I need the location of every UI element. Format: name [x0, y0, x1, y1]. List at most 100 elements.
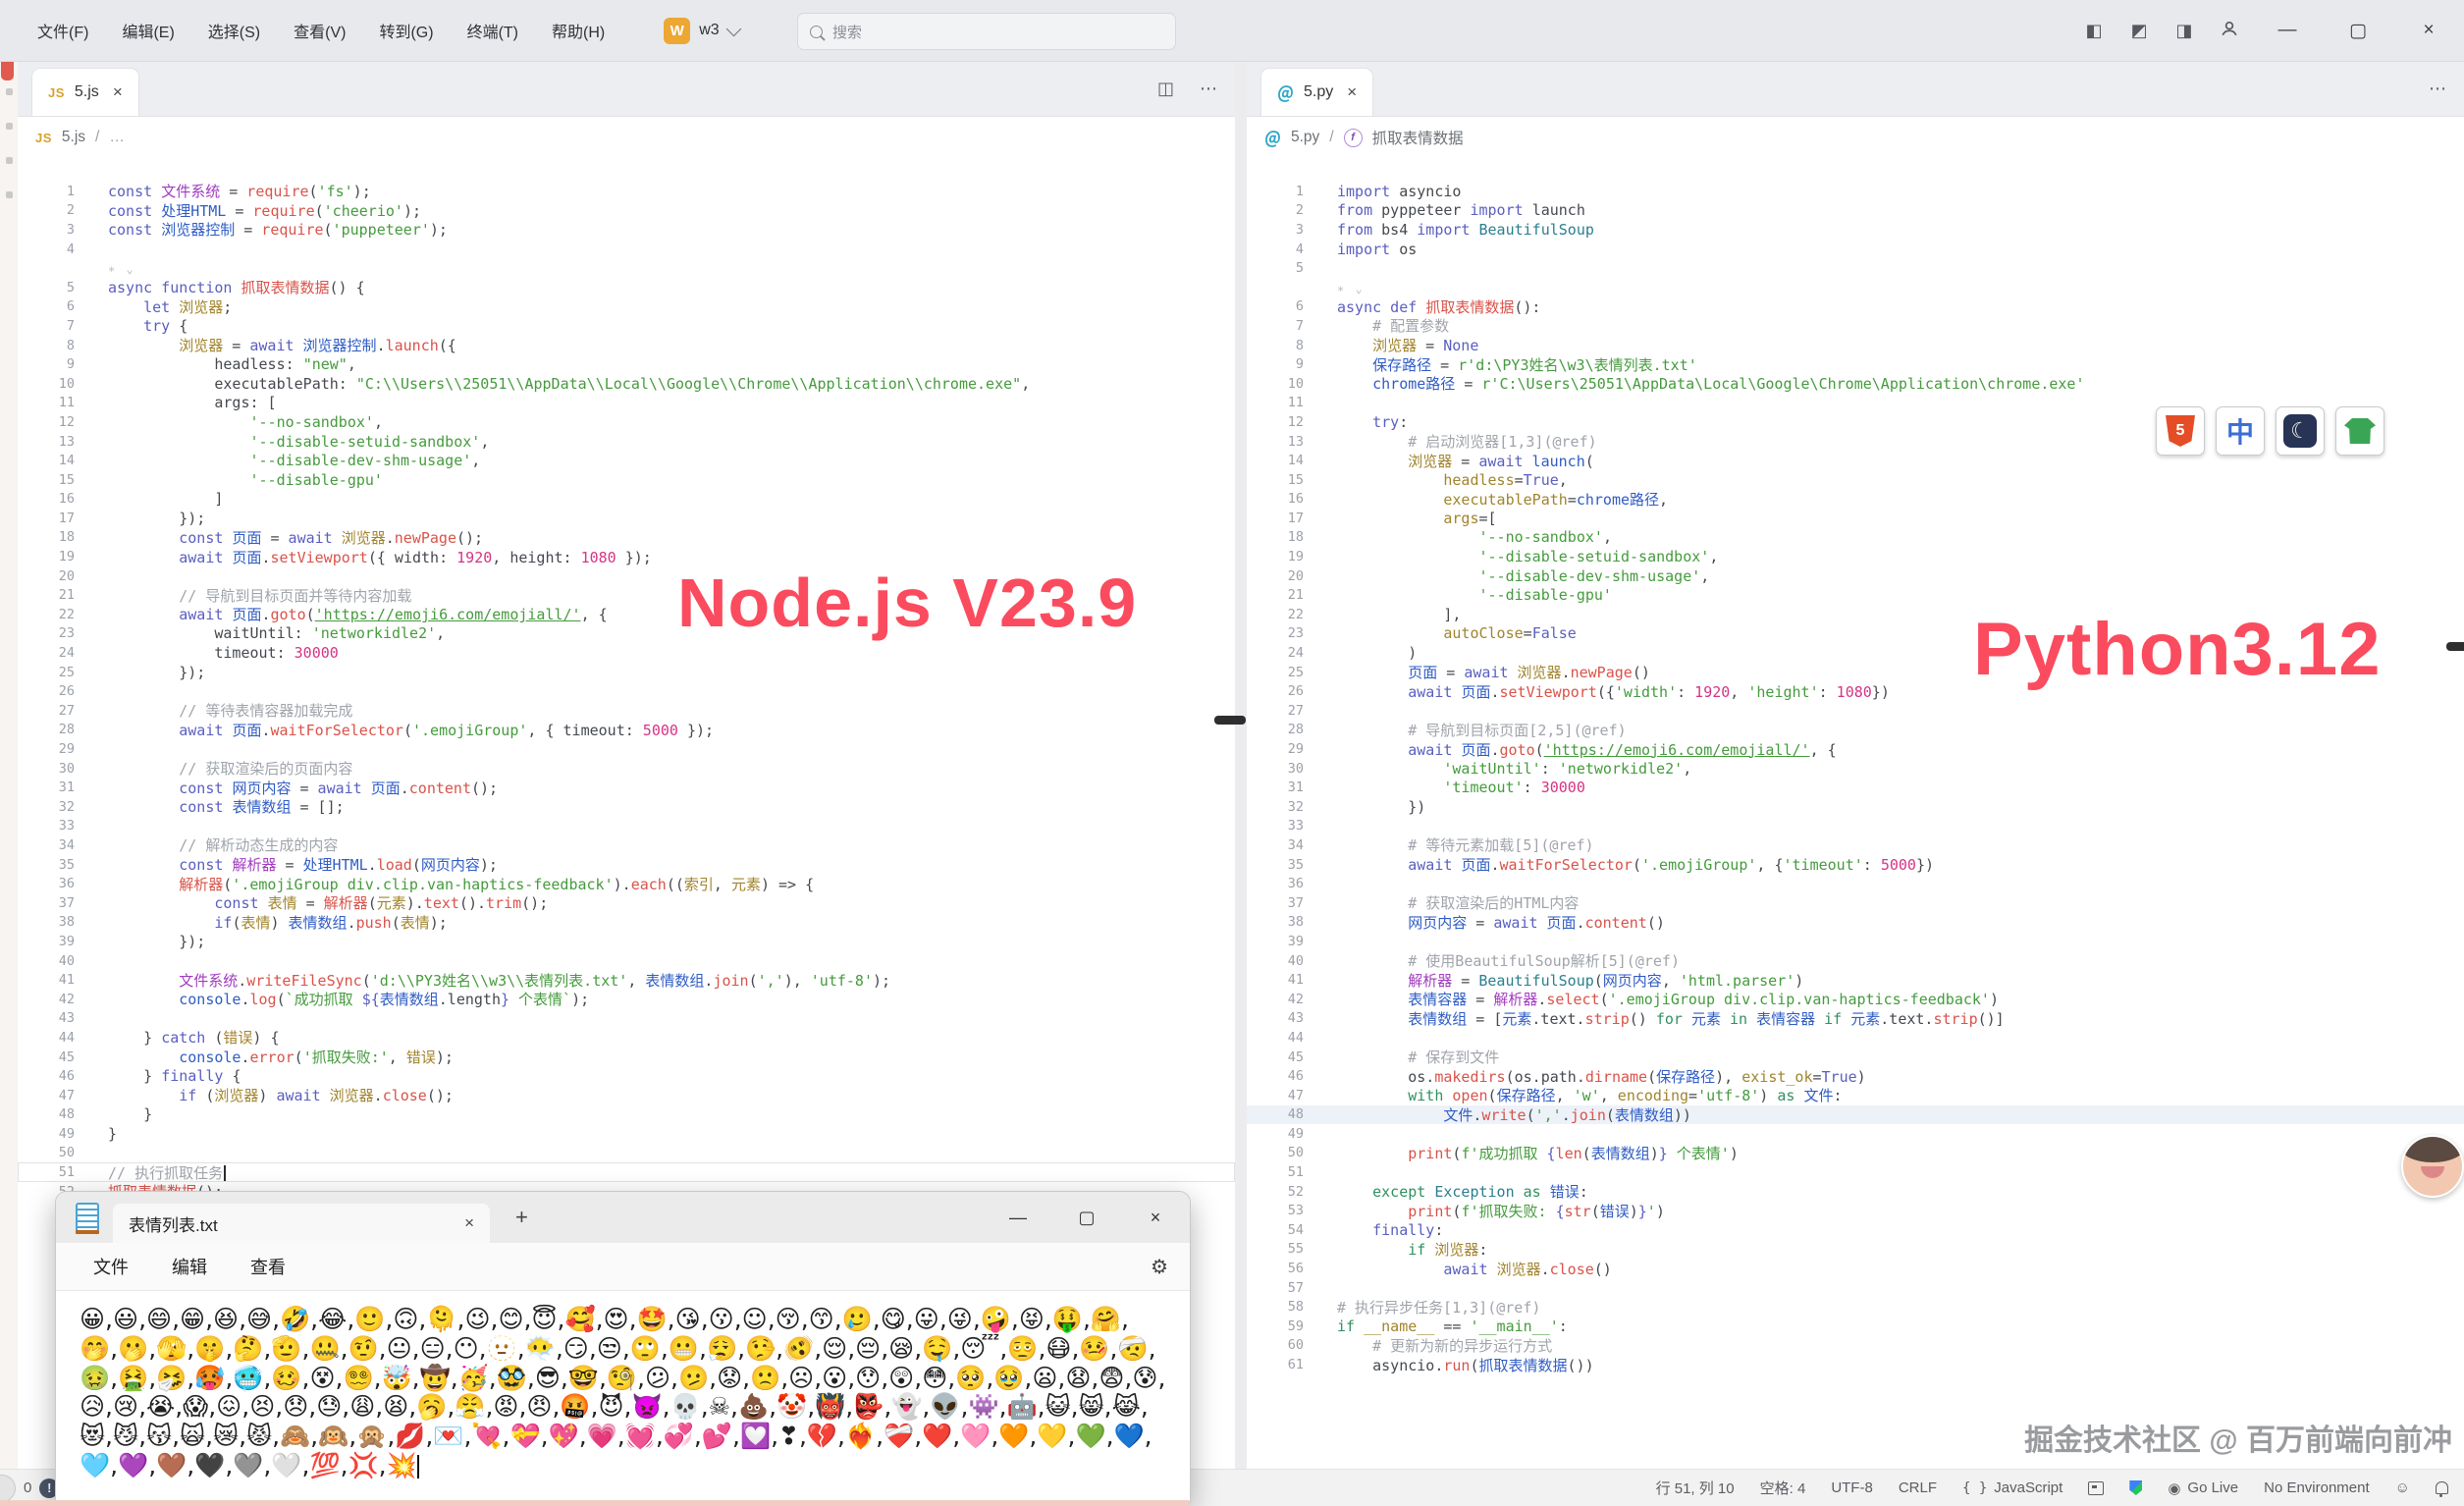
- line-number[interactable]: 37: [1247, 895, 1304, 911]
- line-number[interactable]: 42: [1247, 992, 1304, 1007]
- line-number[interactable]: 39: [1247, 934, 1304, 949]
- code-line[interactable]: 35 const 解析器 = 处理HTML.load(网页内容);: [18, 855, 1235, 875]
- tab-close-icon[interactable]: ×: [1347, 82, 1357, 102]
- inline-ai-hint-icon[interactable]: ∗ ⌄: [108, 262, 135, 276]
- go-live-button[interactable]: ◉Go Live: [2168, 1479, 2238, 1497]
- code-line[interactable]: 1const 文件系统 = require('fs');: [18, 182, 1235, 201]
- code-line[interactable]: 61 asyncio.run(抓取表情数据()): [1247, 1355, 2464, 1374]
- close-button[interactable]: ×: [2393, 0, 2464, 61]
- code-line[interactable]: 37 const 表情 = 解析器(元素).text().trim();: [18, 893, 1235, 913]
- port-icon[interactable]: [2088, 1481, 2104, 1495]
- notepad-tab-close-icon[interactable]: ×: [464, 1213, 474, 1233]
- line-number[interactable]: 51: [1247, 1164, 1304, 1180]
- code-line[interactable]: 21 // 导航到目标页面并等待内容加载: [18, 585, 1235, 605]
- code-line[interactable]: 47 with open(保存路径, 'w', encoding='utf-8'…: [1247, 1086, 2464, 1105]
- line-number[interactable]: 55: [1247, 1241, 1304, 1257]
- line-number[interactable]: 39: [18, 934, 75, 949]
- code-line[interactable]: 17 });: [18, 509, 1235, 528]
- line-number[interactable]: 50: [1247, 1145, 1304, 1160]
- feedback-smiley-icon[interactable]: ☺: [2395, 1479, 2410, 1496]
- code-line[interactable]: 38 if(表情) 表情数组.push(表情);: [18, 913, 1235, 933]
- code-line[interactable]: 55 if 浏览器:: [1247, 1240, 2464, 1260]
- code-line[interactable]: 29: [18, 739, 1235, 759]
- menu-item[interactable]: 选择(S): [208, 19, 260, 42]
- cursor-position[interactable]: 行 51, 列 10: [1656, 1478, 1735, 1498]
- code-line[interactable]: 40: [18, 951, 1235, 971]
- maximize-button[interactable]: ▢: [2323, 0, 2393, 61]
- breadcrumb-file[interactable]: 5.js: [62, 129, 85, 146]
- line-number[interactable]: 21: [18, 587, 75, 603]
- code-line[interactable]: 10 chrome路径 = r'C:\Users\25051\AppData\L…: [1247, 374, 2464, 394]
- code-line[interactable]: 11 args: [: [18, 394, 1235, 413]
- code-line[interactable]: 47 if (浏览器) await 浏览器.close();: [18, 1086, 1235, 1105]
- code-line[interactable]: 12 '--no-sandbox',: [18, 412, 1235, 432]
- code-line[interactable]: 54 finally:: [1247, 1220, 2464, 1240]
- streamer-avatar[interactable]: [2401, 1135, 2464, 1198]
- line-number[interactable]: 43: [1247, 1010, 1304, 1026]
- breadcrumb-symbol[interactable]: 抓取表情数据: [1372, 127, 1464, 148]
- line-number[interactable]: 3: [18, 222, 75, 238]
- line-number[interactable]: 1: [18, 184, 75, 199]
- code-line[interactable]: 52 except Exception as 错误:: [1247, 1182, 2464, 1202]
- gear-icon[interactable]: ⚙: [1151, 1255, 1168, 1279]
- code-line[interactable]: 50 print(f'成功抓取 {len(表情数组)} 个表情'): [1247, 1144, 2464, 1163]
- line-number[interactable]: 23: [18, 625, 75, 641]
- line-number[interactable]: 36: [18, 876, 75, 891]
- code-line[interactable]: 58# 执行异步任务[1,3](@ref): [1247, 1297, 2464, 1317]
- code-line[interactable]: 29 await 页面.goto('https://emoji6.com/emo…: [1247, 739, 2464, 759]
- code-line[interactable]: 42 表情容器 = 解析器.select('.emojiGroup div.cl…: [1247, 990, 2464, 1009]
- indentation[interactable]: 空格: 4: [1760, 1478, 1806, 1498]
- code-line[interactable]: 57: [1247, 1278, 2464, 1298]
- code-editor-py[interactable]: 1import asyncio2from pyppeteer import la…: [1247, 158, 2464, 1374]
- account-icon[interactable]: [2207, 20, 2252, 42]
- line-number[interactable]: 24: [1247, 645, 1304, 661]
- code-line[interactable]: 23 autoClose=False: [1247, 624, 2464, 644]
- code-line[interactable]: 6async def 抓取表情数据():: [1247, 297, 2464, 317]
- code-line[interactable]: 13 '--disable-setuid-sandbox',: [18, 432, 1235, 452]
- line-number[interactable]: 19: [1247, 549, 1304, 565]
- code-line[interactable]: 8 浏览器 = await 浏览器控制.launch({: [18, 336, 1235, 355]
- notepad-menu-file[interactable]: 文件: [93, 1254, 129, 1279]
- line-number[interactable]: 14: [1247, 453, 1304, 468]
- line-number[interactable]: 30: [1247, 761, 1304, 777]
- code-line[interactable]: 40 # 使用BeautifulSoup解析[5](@ref): [1247, 951, 2464, 971]
- code-line[interactable]: 2const 处理HTML = require('cheerio');: [18, 201, 1235, 221]
- code-line[interactable]: 5async function 抓取表情数据() {: [18, 278, 1235, 297]
- line-number[interactable]: 29: [18, 741, 75, 757]
- line-number[interactable]: 27: [18, 703, 75, 719]
- line-number[interactable]: 20: [1247, 568, 1304, 584]
- sash-drag-handle[interactable]: [1214, 716, 1246, 725]
- line-number[interactable]: 60: [1247, 1337, 1304, 1353]
- line-number[interactable]: 14: [18, 453, 75, 468]
- code-line[interactable]: 23 waitUntil: 'networkidle2',: [18, 624, 1235, 644]
- code-line[interactable]: 49}: [18, 1124, 1235, 1144]
- tab-5js[interactable]: JS 5.js ×: [31, 68, 139, 116]
- menu-item[interactable]: 编辑(E): [122, 19, 174, 42]
- code-line[interactable]: 36 解析器('.emojiGroup div.clip.van-haptics…: [18, 874, 1235, 893]
- code-line[interactable]: 19 await 页面.setViewport({ width: 1920, h…: [18, 547, 1235, 566]
- code-line[interactable]: 60 # 更新为新的异步运行方式: [1247, 1336, 2464, 1356]
- code-line[interactable]: 4import os: [1247, 240, 2464, 259]
- line-number[interactable]: 13: [18, 434, 75, 450]
- workspace-switcher[interactable]: W w3: [664, 18, 738, 44]
- notepad-tab[interactable]: 表情列表.txt ×: [113, 1204, 490, 1243]
- code-line[interactable]: 37 # 获取渲染后的HTML内容: [1247, 893, 2464, 913]
- menu-item[interactable]: 文件(F): [37, 19, 88, 42]
- code-line[interactable]: 49: [1247, 1124, 2464, 1144]
- code-line[interactable]: 8 浏览器 = None: [1247, 336, 2464, 355]
- notepad-maximize-button[interactable]: ▢: [1052, 1192, 1121, 1243]
- code-line[interactable]: 1import asyncio: [1247, 182, 2464, 201]
- line-number[interactable]: 33: [18, 818, 75, 834]
- code-line[interactable]: 34 // 解析动态生成的内容: [18, 835, 1235, 855]
- eol-sequence[interactable]: CRLF: [1899, 1479, 1937, 1496]
- line-number[interactable]: 25: [1247, 665, 1304, 680]
- menu-item[interactable]: 转到(G): [379, 19, 433, 42]
- line-number[interactable]: 52: [1247, 1184, 1304, 1200]
- code-line[interactable]: 39: [1247, 932, 2464, 951]
- line-number[interactable]: 54: [1247, 1222, 1304, 1238]
- line-number[interactable]: 21: [1247, 587, 1304, 603]
- line-number[interactable]: 56: [1247, 1261, 1304, 1276]
- code-line[interactable]: 32 }): [1247, 797, 2464, 817]
- code-line[interactable]: 16 executablePath=chrome路径,: [1247, 490, 2464, 510]
- line-number[interactable]: 2: [1247, 202, 1304, 218]
